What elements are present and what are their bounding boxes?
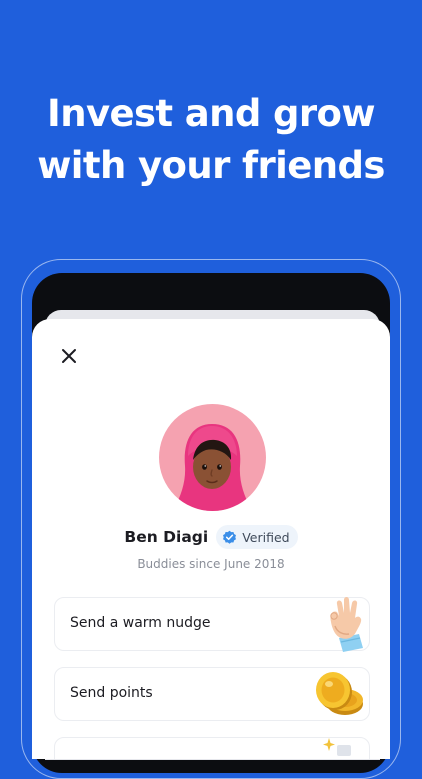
send-points-label: Send points xyxy=(70,685,153,701)
avatar xyxy=(159,404,266,511)
verified-badge: Verified xyxy=(216,525,298,549)
profile-sheet: Ben Diagi Verified Buddies since June 20… xyxy=(32,319,390,759)
close-icon xyxy=(62,349,76,363)
send-nudge-label: Send a warm nudge xyxy=(70,615,211,631)
third-action-button[interactable] xyxy=(54,737,370,759)
verified-label: Verified xyxy=(242,529,290,545)
headline-line-2: with your friends xyxy=(37,144,385,187)
headline: Invest and grow with your friends xyxy=(0,88,422,192)
waving-hand-icon xyxy=(319,594,367,658)
name-row: Ben Diagi Verified xyxy=(32,524,390,550)
headline-line-1: Invest and grow xyxy=(47,92,376,135)
verified-check-icon xyxy=(223,530,237,544)
user-name: Ben Diagi xyxy=(124,528,209,546)
sparkle-icon xyxy=(321,736,355,759)
send-nudge-button[interactable]: Send a warm nudge xyxy=(54,597,370,652)
close-button[interactable] xyxy=(56,343,82,369)
buddies-since-text: Buddies since June 2018 xyxy=(137,557,285,571)
send-points-button[interactable]: Send points xyxy=(54,667,370,721)
coins-icon xyxy=(311,664,367,728)
